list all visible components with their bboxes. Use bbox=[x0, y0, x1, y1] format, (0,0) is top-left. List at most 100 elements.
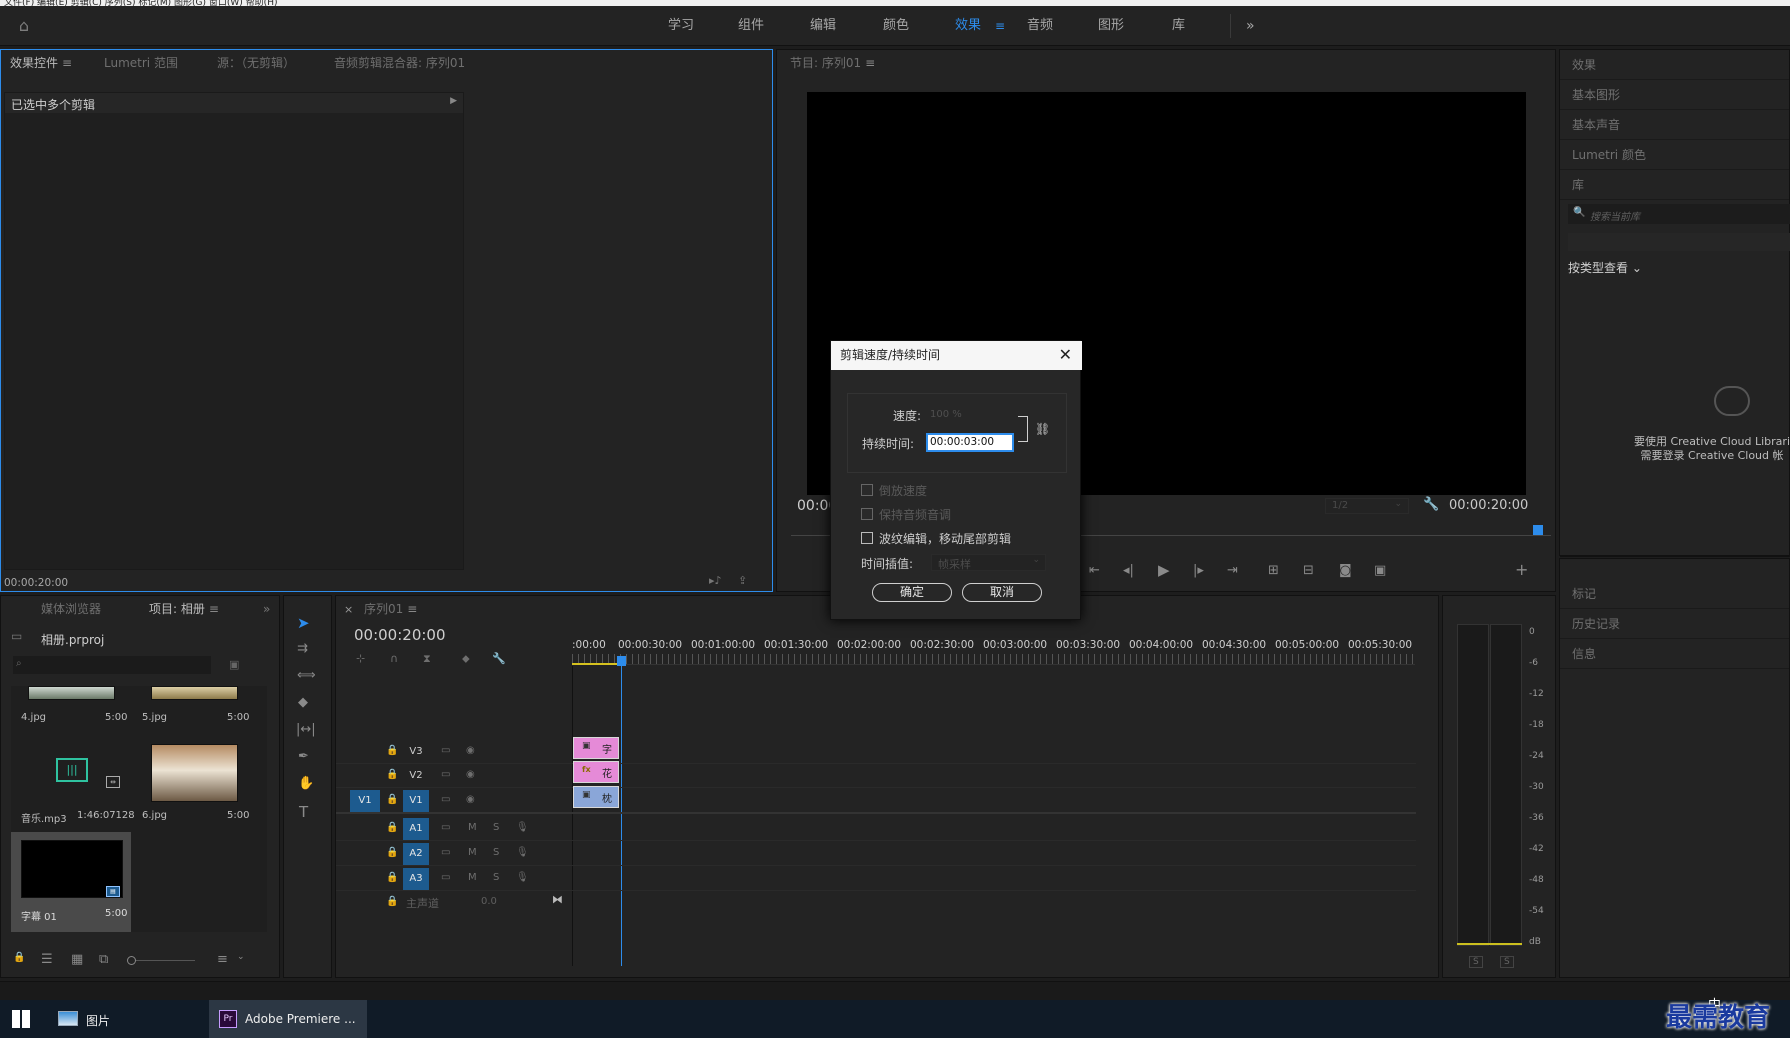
go-to-out-icon[interactable]: ⇥ bbox=[1227, 563, 1238, 578]
tab-lumetri-scopes[interactable]: Lumetri 范围 bbox=[104, 50, 178, 76]
solo-button[interactable]: S bbox=[493, 872, 499, 883]
add-button-icon[interactable]: + bbox=[1515, 560, 1528, 579]
track-lock-icon[interactable]: 🔒 bbox=[386, 896, 398, 907]
speed-value[interactable]: 100 % bbox=[930, 409, 962, 420]
track-label-a3[interactable]: A3 bbox=[403, 868, 429, 890]
ripple-edit-tool-icon[interactable]: ⟺ bbox=[297, 668, 316, 683]
settings-wrench-icon[interactable]: 🔧 bbox=[1423, 497, 1439, 512]
pen-tool-icon[interactable]: ✒ bbox=[298, 749, 309, 764]
zoom-slider[interactable] bbox=[127, 956, 195, 965]
lock-icon[interactable]: 🔒 bbox=[13, 952, 25, 963]
sync-lock-icon[interactable]: ▭ bbox=[441, 794, 450, 805]
tab-project[interactable]: 项目: 相册 ≡ bbox=[149, 596, 219, 622]
master-end-icon[interactable]: ⧓ bbox=[552, 893, 563, 906]
track-label-a2[interactable]: A2 bbox=[403, 843, 429, 865]
play-icon[interactable]: ▶ bbox=[1158, 561, 1170, 579]
add-marker-icon[interactable]: ⬥ bbox=[462, 652, 470, 666]
type-tool-icon[interactable]: T bbox=[299, 803, 308, 821]
icon-view-icon[interactable]: ▦ bbox=[71, 952, 83, 967]
cancel-button[interactable]: 取消 bbox=[962, 583, 1042, 602]
workspace-tab-libraries[interactable]: 库 bbox=[1172, 6, 1185, 46]
go-to-in-icon[interactable]: ⇤ bbox=[1089, 563, 1100, 578]
sync-lock-icon[interactable]: ▭ bbox=[441, 769, 450, 780]
workspace-tab-audio[interactable]: 音频 bbox=[1027, 6, 1053, 46]
panel-history[interactable]: 历史记录 bbox=[1560, 609, 1789, 639]
taskbar-premiere[interactable]: Pr Adobe Premiere ... bbox=[209, 1000, 367, 1038]
tab-program[interactable]: 节目: 序列01 ≡ bbox=[790, 50, 875, 76]
new-bin-icon[interactable]: ▣ bbox=[229, 658, 239, 671]
freeform-view-icon[interactable]: ⧉ bbox=[99, 952, 108, 967]
track-select-tool-icon[interactable]: ⇉ bbox=[297, 641, 308, 656]
workspace-tab-color[interactable]: 颜色 bbox=[883, 6, 909, 46]
track-label-v2[interactable]: V2 bbox=[403, 765, 429, 787]
timeline-timecode[interactable]: 00:00:20:00 bbox=[354, 626, 446, 644]
item-title-selected[interactable]: ▤ 字幕 01 5:00 bbox=[11, 832, 131, 932]
tab-source[interactable]: 源：（无剪辑） bbox=[217, 50, 295, 76]
microphone-icon[interactable]: 🎙 bbox=[516, 847, 529, 858]
sequence-menu-icon[interactable]: ≡ bbox=[407, 602, 417, 616]
meter-bar-left[interactable] bbox=[1457, 624, 1489, 946]
eye-icon[interactable]: ◉ bbox=[466, 769, 475, 780]
zoom-slider-handle[interactable] bbox=[127, 956, 136, 965]
workspace-tab-learn[interactable]: 学习 bbox=[668, 6, 694, 46]
meter-solo-left[interactable]: S bbox=[1469, 956, 1483, 968]
track-label-v1[interactable]: V1 bbox=[403, 790, 429, 812]
linked-select-icon[interactable]: ⧗ bbox=[423, 652, 431, 666]
slip-tool-icon[interactable]: |↔| bbox=[296, 722, 316, 737]
track-label-a1[interactable]: A1 bbox=[403, 818, 429, 840]
comparison-view-icon[interactable]: ▣ bbox=[1374, 563, 1386, 578]
project-search-input[interactable]: ⌕ bbox=[13, 656, 211, 674]
mute-button[interactable]: M bbox=[468, 822, 477, 833]
panel-effects[interactable]: 效果 bbox=[1560, 50, 1789, 80]
timeline-settings-icon[interactable]: 🔧 bbox=[492, 652, 506, 665]
microphone-icon[interactable]: 🎙 bbox=[516, 822, 529, 833]
time-ruler[interactable]: :00:00 00:00:30:00 00:01:00:00 00:01:30:… bbox=[572, 639, 1415, 665]
library-search[interactable]: 🔍 搜索当前库 bbox=[1568, 204, 1790, 224]
play-audio-icon[interactable]: ▸♪ bbox=[709, 574, 722, 587]
track-lock-icon[interactable]: 🔒 bbox=[386, 794, 398, 805]
program-playhead-icon[interactable] bbox=[1533, 525, 1543, 535]
hand-tool-icon[interactable]: ✋ bbox=[298, 776, 314, 791]
clip-v3-title[interactable]: ▣ 字 bbox=[573, 737, 619, 759]
workspace-tab-assembly[interactable]: 组件 bbox=[738, 6, 764, 46]
ripple-edit-checkbox[interactable] bbox=[861, 532, 873, 544]
home-icon[interactable]: ⌂ bbox=[14, 16, 34, 36]
track-label-v3[interactable]: V3 bbox=[403, 741, 429, 763]
source-patch-v1[interactable]: V1 bbox=[350, 790, 380, 812]
thumb-4-jpg[interactable] bbox=[28, 686, 115, 700]
view-by-type[interactable]: 按类型查看 ⌄ bbox=[1568, 259, 1642, 276]
sync-lock-icon[interactable]: ▭ bbox=[441, 847, 450, 858]
dialog-close-icon[interactable]: ✕ bbox=[1059, 345, 1072, 365]
panel-essential-sound[interactable]: 基本声音 bbox=[1560, 110, 1789, 140]
eye-icon[interactable]: ◉ bbox=[466, 794, 475, 805]
program-menu-icon[interactable]: ≡ bbox=[865, 56, 875, 70]
work-area-bar[interactable] bbox=[572, 663, 620, 665]
solo-button[interactable]: S bbox=[493, 847, 499, 858]
expand-arrow-icon[interactable]: ▶ bbox=[450, 96, 457, 106]
clip-v1-image[interactable]: ▣ 枕 bbox=[573, 786, 619, 808]
project-menu-icon[interactable]: ≡ bbox=[209, 602, 219, 616]
panel-lumetri-color[interactable]: Lumetri 颜色 bbox=[1560, 140, 1789, 170]
eye-icon[interactable]: ◉ bbox=[466, 745, 475, 756]
snap-icon[interactable]: ∩ bbox=[390, 652, 398, 665]
tab-sequence[interactable]: 序列01 ≡ bbox=[364, 596, 417, 622]
panel-markers[interactable]: 标记 bbox=[1560, 579, 1789, 609]
sync-lock-icon[interactable]: ▭ bbox=[441, 822, 450, 833]
master-track-value[interactable]: 0.0 bbox=[481, 896, 497, 907]
track-lock-icon[interactable]: 🔒 bbox=[386, 847, 398, 858]
meter-bar-right[interactable] bbox=[1490, 624, 1522, 946]
sort-icon[interactable]: ≡ bbox=[217, 952, 228, 967]
zoom-select[interactable]: 1/2 ⌄ bbox=[1325, 498, 1409, 514]
camera-icon[interactable]: ◙ bbox=[1339, 563, 1352, 578]
panel-overflow-icon[interactable]: » bbox=[263, 602, 270, 616]
export-frame-icon[interactable]: ⇪ bbox=[738, 574, 747, 587]
workspace-tab-effects[interactable]: 效果 bbox=[955, 6, 981, 46]
sync-lock-icon[interactable]: ▭ bbox=[441, 745, 450, 756]
panel-libraries[interactable]: 库 bbox=[1560, 170, 1789, 200]
library-select[interactable] bbox=[1568, 233, 1790, 251]
meter-solo-right[interactable]: S bbox=[1500, 956, 1514, 968]
workspace-more-icon[interactable]: » bbox=[1246, 6, 1255, 46]
link-chain-icon[interactable]: ⛓ bbox=[1035, 422, 1050, 436]
duration-input[interactable]: 00:00:03:00 bbox=[926, 433, 1014, 452]
step-back-icon[interactable]: ◂| bbox=[1123, 563, 1134, 578]
